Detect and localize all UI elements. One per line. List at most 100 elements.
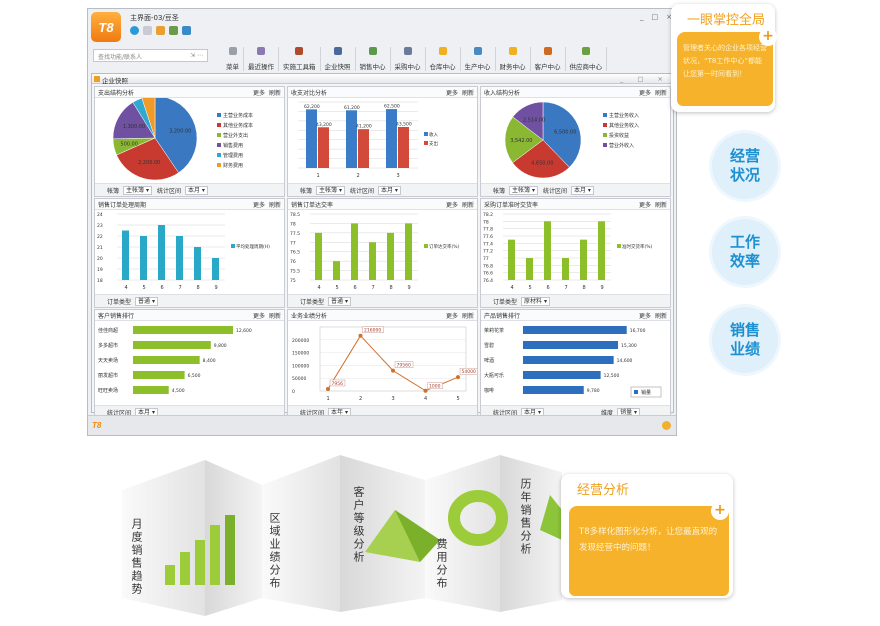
bar-label: 43,200 [316, 122, 332, 128]
filter-dropdown[interactable]: 普通 ▾ [328, 296, 351, 306]
document-icon[interactable] [143, 26, 152, 35]
filter-dropdown[interactable]: 本月 ▾ [570, 185, 594, 195]
category-label: 天天卖场 [98, 357, 118, 364]
pie-label: 2,514.00 [523, 118, 545, 124]
bar[interactable] [318, 127, 329, 168]
data-point[interactable] [423, 388, 428, 393]
toolbar-button[interactable]: 客户中心 [531, 47, 566, 71]
data-point[interactable] [391, 368, 395, 373]
bar[interactable] [158, 225, 165, 280]
filter-dropdown[interactable]: 普通 ▾ [135, 296, 158, 306]
search-input[interactable]: 查找功能/联系人 ⇲ ⋯ [93, 49, 208, 62]
bar[interactable] [526, 258, 533, 280]
refresh-link[interactable]: 刷新 [269, 90, 281, 97]
more-link[interactable]: 更多 [253, 313, 265, 320]
toolbar-button[interactable]: 最近操作 [244, 47, 279, 71]
bar[interactable] [523, 356, 614, 364]
bar[interactable] [133, 341, 211, 349]
bar[interactable] [523, 326, 627, 334]
flag-icon[interactable] [156, 26, 165, 35]
toolbar-button[interactable]: 销售中心 [356, 47, 391, 71]
bar[interactable] [122, 230, 129, 281]
more-link[interactable]: 更多 [639, 313, 651, 320]
bar[interactable] [369, 242, 376, 280]
toolbar-button[interactable]: 采购中心 [391, 47, 426, 71]
toolbar-button[interactable]: 供应商中心 [566, 47, 607, 71]
more-link[interactable]: 更多 [253, 90, 265, 97]
filter-dropdown[interactable]: 本月 ▾ [377, 185, 401, 195]
legend-swatch [603, 123, 607, 127]
bar[interactable] [398, 126, 409, 168]
filter-dropdown[interactable]: 主帐簿 ▾ [316, 185, 345, 195]
bar[interactable] [346, 110, 357, 168]
refresh-link[interactable]: 刷新 [269, 202, 281, 209]
data-point[interactable] [326, 386, 330, 391]
bar[interactable] [523, 371, 601, 379]
toolbar-button[interactable]: 仓库中心 [426, 47, 461, 71]
more-link[interactable]: 更多 [446, 202, 458, 209]
minimize-button[interactable]: _ [640, 13, 644, 21]
bar[interactable] [176, 236, 183, 280]
plus-icon[interactable]: + [759, 28, 777, 46]
maximize-button[interactable]: □ [652, 13, 659, 21]
refresh-link[interactable]: 刷新 [462, 90, 474, 97]
more-link[interactable]: 更多 [446, 90, 458, 97]
chevron-down-icon: ▾ [199, 186, 205, 194]
bar[interactable] [386, 109, 397, 168]
bar[interactable] [133, 356, 200, 364]
toolbar-button[interactable]: 生产中心 [461, 47, 496, 71]
bar[interactable] [133, 326, 234, 334]
search-options-icon[interactable]: ⇲ ⋯ [190, 52, 203, 59]
filter-label: 帐簿 [107, 187, 120, 195]
bar[interactable] [315, 232, 322, 280]
refresh-link[interactable]: 刷新 [655, 202, 667, 209]
feed-icon[interactable] [662, 421, 671, 430]
users-icon[interactable] [182, 26, 191, 35]
more-link[interactable]: 更多 [253, 202, 265, 209]
filter-dropdown[interactable]: 主帐簿 ▾ [123, 185, 152, 195]
bar[interactable] [580, 239, 587, 280]
bar[interactable] [544, 221, 551, 280]
refresh-link[interactable]: 刷新 [462, 313, 474, 320]
refresh-link[interactable]: 刷新 [655, 313, 667, 320]
bar[interactable] [358, 129, 369, 168]
bar[interactable] [133, 371, 185, 379]
toolbar-button[interactable]: 菜单 [222, 47, 244, 71]
bar[interactable] [306, 109, 317, 168]
panel-title: 客户销售排行 [98, 313, 135, 320]
filter-dropdown[interactable]: 主帐簿 ▾ [509, 185, 538, 195]
more-link[interactable]: 更多 [639, 90, 651, 97]
bar[interactable] [508, 239, 515, 280]
filter-dropdown[interactable]: 原材料 ▾ [521, 296, 550, 306]
brochure-label-monthly-sales: 月度销售趋势 [130, 518, 143, 596]
bar[interactable] [523, 341, 619, 349]
chevron-down-icon: ▾ [542, 297, 547, 305]
bar[interactable] [405, 223, 412, 280]
refresh-link[interactable]: 刷新 [462, 202, 474, 209]
snapshot-window-controls[interactable]: _ □ × [620, 75, 669, 83]
refresh-link[interactable]: 刷新 [269, 313, 281, 320]
bar[interactable] [140, 236, 147, 280]
bar[interactable] [351, 223, 358, 280]
bar[interactable] [598, 221, 605, 280]
bar[interactable] [194, 247, 201, 280]
calendar-icon[interactable] [169, 26, 178, 35]
bar[interactable] [133, 386, 169, 394]
bar[interactable] [523, 386, 584, 394]
bar[interactable] [212, 258, 219, 280]
bar[interactable] [333, 261, 340, 280]
toolbar-button[interactable]: 企业快照 [321, 47, 356, 71]
toolbar-button[interactable]: 财务中心 [496, 47, 531, 71]
panel-footer: 帐簿 主帐簿 ▾ 统计区间 本月 ▾ [95, 183, 284, 196]
toolbar-button[interactable]: 实施工具箱 [279, 47, 321, 71]
data-point[interactable] [358, 333, 363, 338]
bar[interactable] [387, 232, 394, 280]
more-link[interactable]: 更多 [446, 313, 458, 320]
filter-dropdown[interactable]: 本月 ▾ [184, 185, 208, 195]
more-link[interactable]: 更多 [639, 202, 651, 209]
bar[interactable] [562, 258, 569, 280]
data-point[interactable] [456, 375, 460, 380]
chat-icon[interactable] [130, 26, 139, 35]
plus-icon[interactable]: + [711, 502, 729, 520]
refresh-link[interactable]: 刷新 [655, 90, 667, 97]
